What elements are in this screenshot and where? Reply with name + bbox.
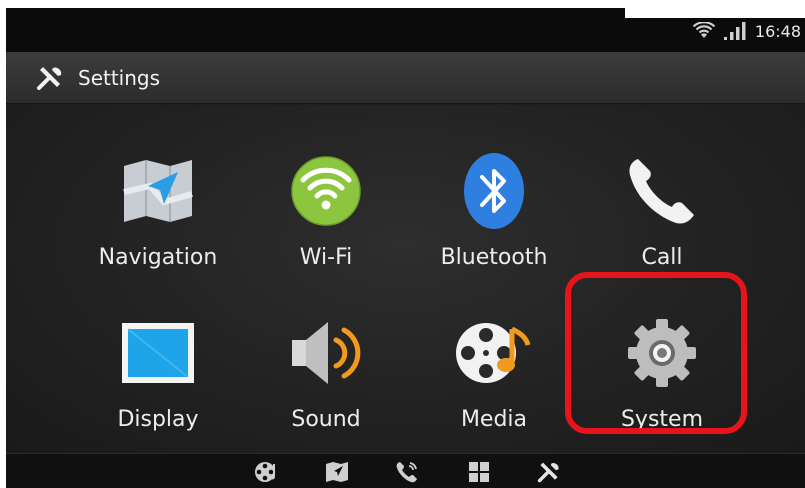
wifi-icon: [286, 151, 366, 231]
signal-icon: [723, 22, 746, 40]
phone-icon: [396, 462, 417, 483]
call-label: Call: [641, 245, 683, 270]
map-icon: [326, 462, 348, 482]
map-navigation-icon: [118, 151, 198, 231]
display-tile[interactable]: Display: [74, 301, 242, 441]
display-icon: [118, 313, 198, 393]
head-unit-screen: 16:48 Settings Navigation Wi-Fi Bluetoot…: [6, 8, 805, 488]
sound-tile[interactable]: Sound: [242, 301, 410, 441]
status-indicators: 16:48: [692, 18, 801, 44]
clock: 16:48: [754, 21, 801, 41]
dock-apps-button[interactable]: [464, 458, 494, 486]
apps-grid-icon: [469, 462, 489, 482]
bottom-dock: [6, 453, 805, 488]
dock-navigation-button[interactable]: [322, 458, 352, 486]
frame-top: [0, 0, 805, 8]
media-tile[interactable]: Media: [410, 301, 578, 441]
navigation-tile[interactable]: Navigation: [74, 139, 242, 279]
dock-media-button[interactable]: [252, 458, 282, 486]
settings-grid: Navigation Wi-Fi Bluetooth Call Display …: [6, 105, 805, 453]
media-label: Media: [460, 407, 528, 432]
navigation-label: Navigation: [98, 245, 218, 270]
media-icon: [255, 462, 275, 482]
tools-icon: [37, 66, 62, 90]
display-label: Display: [117, 407, 199, 432]
wifi-label: Wi-Fi: [299, 245, 353, 270]
frame-top-right: [625, 8, 805, 18]
bluetooth-label: Bluetooth: [440, 245, 548, 270]
bluetooth-icon: [454, 151, 534, 231]
wifi-icon: [692, 22, 715, 38]
dock-settings-button[interactable]: [534, 458, 564, 486]
speaker-icon: [286, 313, 366, 393]
system-highlight-outline: [565, 272, 747, 434]
call-tile[interactable]: Call: [578, 139, 746, 279]
tools-icon: [537, 462, 559, 483]
wifi-tile[interactable]: Wi-Fi: [242, 139, 410, 279]
dock-call-button[interactable]: [392, 458, 422, 486]
sound-label: Sound: [291, 407, 361, 432]
bluetooth-tile[interactable]: Bluetooth: [410, 139, 578, 279]
title-bar: Settings: [6, 52, 805, 104]
page-title: Settings: [78, 65, 161, 90]
film-reel-music-icon: [454, 313, 534, 393]
phone-icon: [622, 151, 702, 231]
